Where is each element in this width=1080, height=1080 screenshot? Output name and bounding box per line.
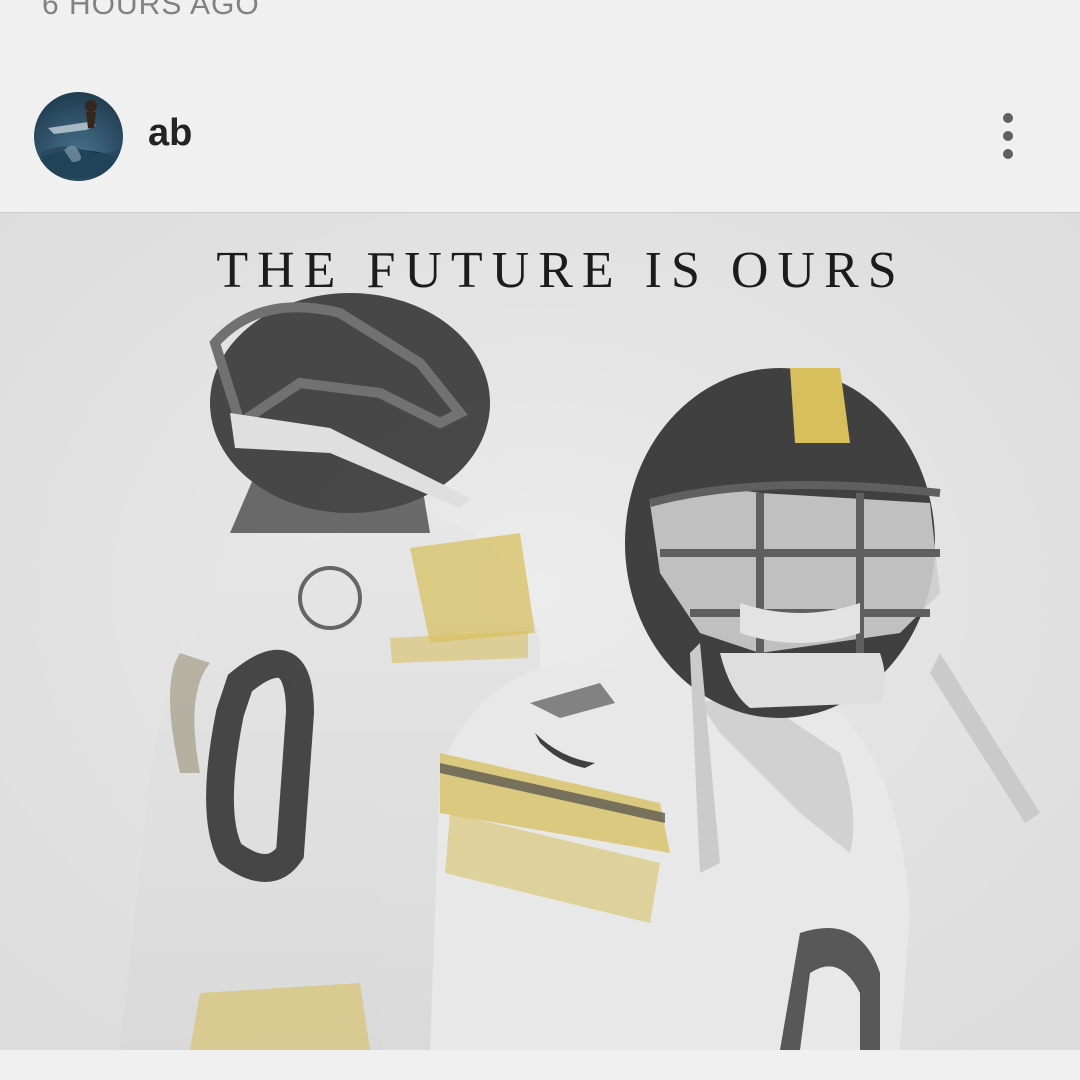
more-options-icon[interactable]	[988, 106, 1028, 166]
avatar-photo-icon	[34, 100, 120, 181]
previous-post-footer: 6 HOURS AGO	[0, 0, 1080, 60]
menu-dot	[1003, 113, 1013, 123]
instagram-post-screen: 6 HOURS AGO ab THE FUTURE IS OURS	[0, 0, 1080, 1080]
post-actions-area	[0, 1050, 1080, 1080]
image-caption-text: THE FUTURE IS OURS	[216, 242, 906, 299]
post-image[interactable]: THE FUTURE IS OURS	[0, 213, 1080, 1050]
avatar[interactable]	[34, 92, 123, 181]
username[interactable]: ab	[148, 112, 192, 155]
post-header: ab	[0, 62, 1080, 213]
football-players-artwork	[0, 213, 1080, 1050]
menu-dot	[1003, 131, 1013, 141]
post-timestamp: 6 HOURS AGO	[42, 0, 260, 21]
menu-dot	[1003, 149, 1013, 159]
